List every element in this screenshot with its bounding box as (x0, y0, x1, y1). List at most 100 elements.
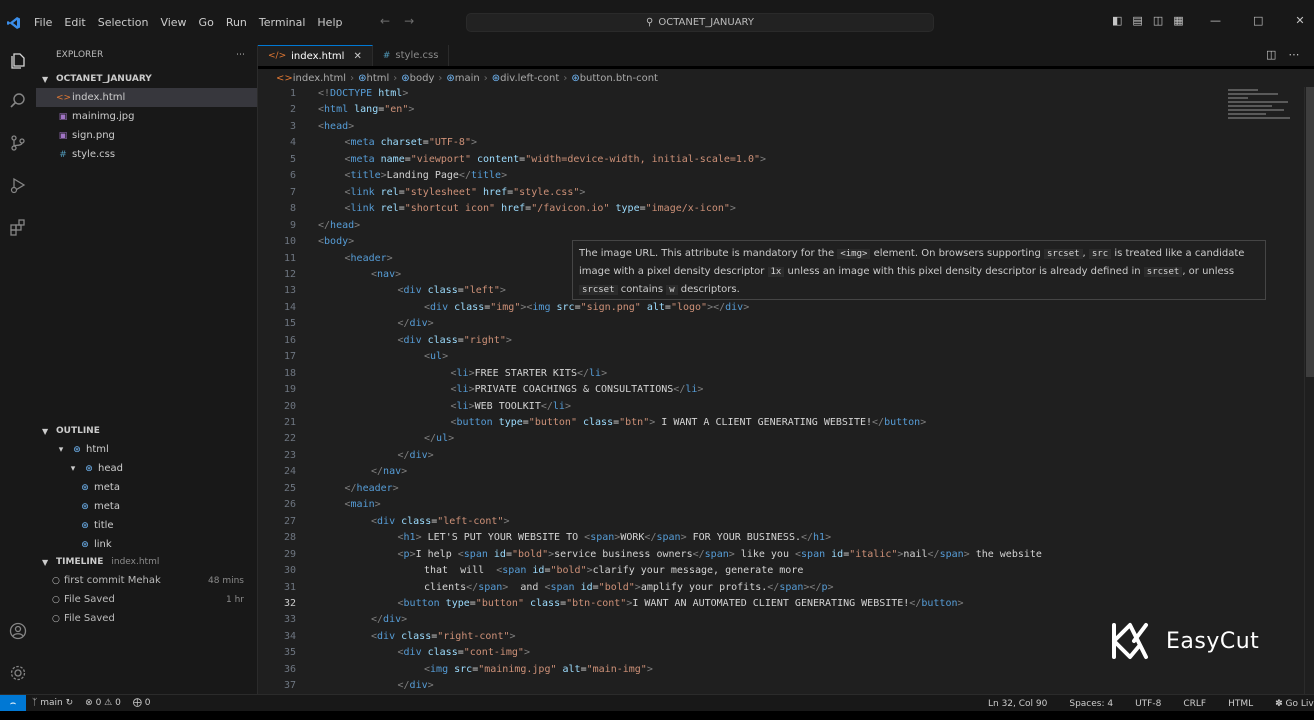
more-actions-icon[interactable]: ⋯ (236, 50, 245, 60)
cursor-position[interactable]: Ln 32, Col 90 (982, 699, 1053, 709)
code-token: span (590, 532, 615, 544)
file-item[interactable]: # style.css (36, 145, 257, 164)
maximize-icon[interactable]: □ (1253, 14, 1263, 27)
code-token: header (356, 482, 393, 494)
customize-layout-icon[interactable]: ▦ (1173, 14, 1183, 27)
back-arrow-icon[interactable]: ← (380, 14, 390, 28)
menu-go[interactable]: Go (193, 16, 220, 29)
indentation[interactable]: Spaces: 4 (1063, 699, 1119, 709)
chevron-right-icon: › (350, 72, 355, 84)
code-line: 15 </div> (258, 318, 1218, 335)
code-line: 2 <html lang="en"> (258, 104, 1218, 121)
code-text: <li>PRIVATE COACHINGS & CONSULTATIONS</l… (318, 384, 704, 401)
outline-item[interactable]: ⊛ title (36, 516, 258, 535)
ports-indicator[interactable]: ⨁ 0 (127, 698, 157, 708)
code-token: > (501, 170, 508, 182)
explorer-icon[interactable] (6, 49, 30, 73)
file-item[interactable]: ▣ mainimg.jpg (36, 107, 257, 126)
toggle-secondary-sidebar-icon[interactable]: ◫ (1153, 14, 1163, 27)
outline-section-header[interactable]: ▼ OUTLINE (36, 422, 258, 440)
encoding[interactable]: UTF-8 (1129, 699, 1167, 709)
settings-gear-icon[interactable] (6, 661, 30, 685)
problems-indicator[interactable]: ⊗ 0 ⚠ 0 (79, 698, 127, 708)
breadcrumb-item[interactable]: main (455, 73, 480, 84)
editor-scrollbar[interactable] (1304, 87, 1314, 694)
menu-run[interactable]: Run (220, 16, 253, 29)
breadcrumb-item[interactable]: html (366, 73, 389, 84)
timeline-item[interactable]: ○ File Saved (36, 609, 258, 628)
menu-selection[interactable]: Selection (92, 16, 155, 29)
code-token: div (383, 614, 402, 626)
run-debug-icon[interactable] (6, 173, 30, 197)
line-number: 2 (289, 104, 296, 116)
timeline-dot-icon: ○ (52, 594, 60, 605)
code-text: <button type="button" class="btn"> I WAN… (318, 417, 927, 434)
line-number: 20 (283, 400, 296, 412)
remote-indicator-icon[interactable]: ⌢ (0, 694, 26, 712)
end-of-line[interactable]: CRLF (1177, 699, 1212, 709)
menu-terminal[interactable]: Terminal (253, 16, 312, 29)
element-symbol-icon: ⊛ (358, 72, 367, 84)
code-token: body (324, 236, 349, 248)
code-line: 36 <img src="mainimg.jpg" alt="main-img"> (258, 664, 1218, 681)
menu-file[interactable]: File (28, 16, 58, 29)
source-control-icon[interactable] (6, 131, 30, 155)
language-mode[interactable]: HTML (1222, 699, 1259, 709)
toggle-panel-icon[interactable]: ▤ (1132, 14, 1142, 27)
breadcrumb-item[interactable]: button.btn-cont (580, 73, 658, 84)
code-token: > (392, 482, 399, 494)
code-text: <link rel="stylesheet" href="style.css"> (318, 187, 586, 204)
code-token: h1 (403, 532, 416, 544)
breadcrumb-item[interactable]: div.left-cont (500, 73, 559, 84)
code-text: </div> (318, 614, 407, 631)
code-token: </ (397, 449, 410, 461)
outline-item[interactable]: ▾ ⊛ html (36, 440, 258, 459)
code-token: span (478, 581, 503, 593)
code-editor[interactable]: 1 <!DOCTYPE html> 2 <html lang="en"> 3 <head>… (258, 87, 1314, 694)
menu-view[interactable]: View (154, 16, 192, 29)
outline-tree: ▾ ⊛ html ▾ ⊛ head ⊛ meta ⊛ meta ⊛ title ⊛ link (36, 440, 258, 554)
search-icon[interactable] (6, 89, 30, 113)
timeline-time: 48 mins (208, 575, 244, 586)
scrollbar-thumb[interactable] (1306, 87, 1314, 377)
outline-item[interactable]: ⊛ meta (36, 478, 258, 497)
code-line: 31 clients</span> and <span id="bold">amp… (258, 582, 1218, 599)
menu-help[interactable]: Help (311, 16, 348, 29)
more-actions-icon[interactable]: ⋯ (1288, 48, 1299, 61)
timeline-section: ▼ TIMELINE index.html ○ first commit Meha… (36, 553, 258, 628)
file-item[interactable]: ▣ sign.png (36, 126, 257, 145)
menu-edit[interactable]: Edit (58, 16, 91, 29)
close-window-icon[interactable]: ✕ (1295, 14, 1304, 27)
tab-label: index.html (291, 50, 345, 62)
breadcrumb-item[interactable]: index.html (293, 73, 346, 84)
tab-index-html[interactable]: </> index.html ✕ (258, 45, 373, 66)
minimap[interactable] (1228, 87, 1298, 147)
extensions-icon[interactable] (6, 215, 30, 239)
timeline-time: 1 hr (226, 594, 244, 605)
tab-style-css[interactable]: # style.css (373, 45, 450, 66)
toggle-primary-sidebar-icon[interactable]: ◧ (1112, 14, 1122, 27)
folder-section-header[interactable]: ▼ OCTANET_JANUARY (36, 70, 257, 88)
outline-item[interactable]: ⊛ meta (36, 497, 258, 516)
timeline-item[interactable]: ○ File Saved 1 hr (36, 590, 258, 609)
code-token: "right-cont" (437, 630, 510, 642)
forward-arrow-icon[interactable]: → (404, 14, 414, 28)
minimize-icon[interactable]: — (1210, 14, 1221, 27)
element-symbol-icon: ⊛ (73, 444, 81, 455)
outline-item[interactable]: ▾ ⊛ head (36, 459, 258, 478)
split-editor-icon[interactable]: ◫ (1266, 48, 1276, 61)
code-text: <meta name="viewport" content="width=dev… (318, 154, 767, 171)
close-tab-icon[interactable]: ✕ (353, 51, 361, 62)
code-token: span (502, 565, 527, 577)
code-token: > (348, 120, 355, 132)
breadcrumb-item[interactable]: body (410, 73, 435, 84)
outline-item[interactable]: ⊛ link (36, 535, 258, 554)
timeline-item[interactable]: ○ first commit Mehak 48 mins (36, 571, 258, 590)
file-item[interactable]: <> index.html (36, 88, 257, 107)
menu-bar: File Edit Selection View Go Run Terminal Help (28, 0, 348, 45)
account-icon[interactable] (6, 619, 30, 643)
branch-indicator[interactable]: ᛉ main ↻ (26, 698, 79, 708)
command-center-search[interactable]: ⚲ OCTANET_JANUARY (466, 13, 934, 32)
go-live-button[interactable]: ✽ Go Live (1269, 699, 1314, 709)
timeline-section-header[interactable]: ▼ TIMELINE index.html (36, 553, 258, 571)
